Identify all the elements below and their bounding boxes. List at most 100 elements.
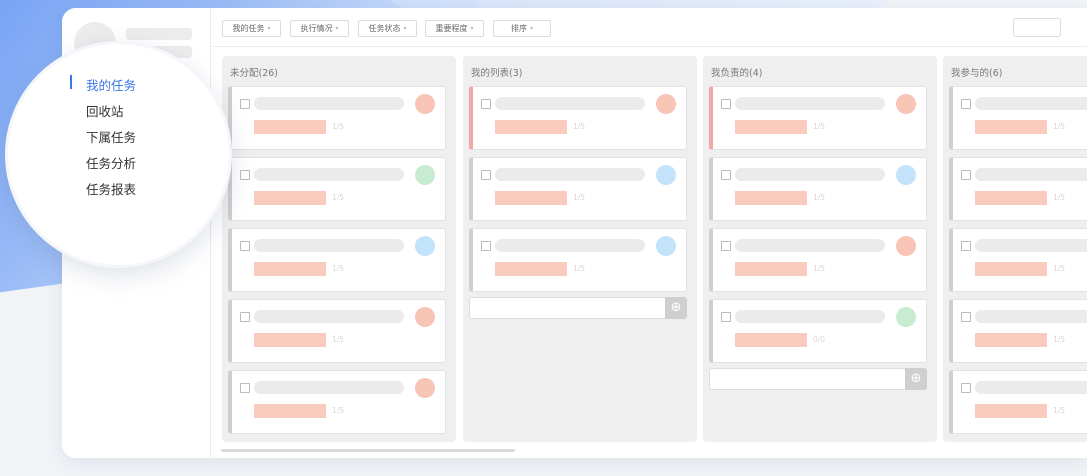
task-checkbox[interactable] <box>961 312 971 322</box>
task-card[interactable]: 1/5 <box>469 86 687 150</box>
assignee-avatar[interactable] <box>415 165 435 185</box>
kanban-column: 我参与的(6) 1/5 1/5 1/5 1/5 1/5 <box>943 56 1087 442</box>
task-tag-placeholder <box>735 333 807 347</box>
task-card[interactable]: 1/5 <box>228 157 446 221</box>
task-card[interactable]: 1/5 <box>709 228 927 292</box>
task-card[interactable]: 0/0 <box>709 299 927 363</box>
filter-execution[interactable]: 执行情况 ▾ <box>290 20 349 37</box>
task-checkbox[interactable] <box>481 170 491 180</box>
task-title-placeholder <box>254 168 404 181</box>
filter-label: 执行情况 <box>300 24 333 33</box>
task-tag-placeholder <box>254 404 326 418</box>
subtask-count: 1/5 <box>813 122 826 131</box>
filter-label: 排序 <box>510 24 527 33</box>
task-card[interactable]: 1/5 <box>228 370 446 434</box>
task-checkbox[interactable] <box>961 170 971 180</box>
assignee-avatar[interactable] <box>896 165 916 185</box>
task-checkbox[interactable] <box>240 170 250 180</box>
task-tag-placeholder <box>735 120 807 134</box>
subtask-count: 1/5 <box>332 264 345 273</box>
task-card[interactable]: 1/5 <box>949 370 1087 434</box>
subtask-count: 1/5 <box>573 264 586 273</box>
task-tag-placeholder <box>975 404 1047 418</box>
filter-label: 任务状态 <box>368 24 401 33</box>
task-checkbox[interactable] <box>481 99 491 109</box>
column-title: 我参与的(6) <box>951 68 1003 79</box>
menu-item-my-tasks[interactable]: 我的任务 <box>86 75 136 94</box>
assignee-avatar[interactable] <box>656 165 676 185</box>
chevron-down-icon: ▾ <box>470 25 474 32</box>
chevron-down-icon: ▾ <box>335 25 339 32</box>
task-title-placeholder <box>975 239 1087 252</box>
menu-item-recycle-bin[interactable]: 回收站 <box>86 101 124 120</box>
add-task-input[interactable]: ⊕ <box>469 297 687 319</box>
task-card[interactable]: 1/5 <box>228 86 446 150</box>
chevron-down-icon: ▾ <box>267 25 271 32</box>
task-checkbox[interactable] <box>721 241 731 251</box>
kanban-column: 未分配(26) 1/5 1/5 1/5 1/5 1/5 <box>222 56 456 442</box>
task-checkbox[interactable] <box>721 99 731 109</box>
task-title-placeholder <box>495 97 645 110</box>
assignee-avatar[interactable] <box>896 236 916 256</box>
menu-item-task-report[interactable]: 任务报表 <box>86 179 136 198</box>
task-card[interactable]: 1/5 <box>469 157 687 221</box>
task-checkbox[interactable] <box>240 312 250 322</box>
task-tag-placeholder <box>735 191 807 205</box>
column-title: 未分配(26) <box>230 68 279 79</box>
task-card[interactable]: 1/5 <box>949 228 1087 292</box>
task-title-placeholder <box>975 310 1087 323</box>
assignee-avatar[interactable] <box>656 236 676 256</box>
add-icon[interactable]: ⊕ <box>905 368 927 390</box>
assignee-avatar[interactable] <box>656 94 676 114</box>
assignee-avatar[interactable] <box>896 307 916 327</box>
assignee-avatar[interactable] <box>415 378 435 398</box>
task-card[interactable]: 1/5 <box>709 86 927 150</box>
assignee-avatar[interactable] <box>415 94 435 114</box>
subtask-count: 1/5 <box>332 406 345 415</box>
task-tag-placeholder <box>495 262 567 276</box>
task-checkbox[interactable] <box>961 383 971 393</box>
task-card[interactable]: 1/5 <box>228 299 446 363</box>
toolbar-action-button[interactable] <box>1013 18 1061 37</box>
subtask-count: 1/5 <box>332 193 345 202</box>
assignee-avatar[interactable] <box>415 307 435 327</box>
task-tag-placeholder <box>254 191 326 205</box>
task-checkbox[interactable] <box>240 383 250 393</box>
add-icon[interactable]: ⊕ <box>665 297 687 319</box>
filter-status[interactable]: 任务状态 ▾ <box>358 20 417 37</box>
task-card[interactable]: 1/5 <box>228 228 446 292</box>
active-indicator <box>70 75 72 89</box>
assignee-avatar[interactable] <box>415 236 435 256</box>
kanban-column: 我的列表(3) 1/5 1/5 1/5 ⊕ <box>463 56 697 442</box>
horizontal-scrollbar[interactable] <box>221 449 515 452</box>
task-title-placeholder <box>254 310 404 323</box>
task-checkbox[interactable] <box>721 312 731 322</box>
subtask-count: 1/5 <box>813 264 826 273</box>
subtask-count: 1/5 <box>1053 264 1066 273</box>
task-tag-placeholder <box>495 191 567 205</box>
task-title-placeholder <box>735 168 885 181</box>
filter-sort[interactable]: 排序 ▾ <box>493 20 551 37</box>
task-checkbox[interactable] <box>240 241 250 251</box>
add-task-input[interactable]: ⊕ <box>709 368 927 390</box>
menu-item-task-analysis[interactable]: 任务分析 <box>86 153 136 172</box>
menu-item-subordinate-tasks[interactable]: 下属任务 <box>86 127 136 146</box>
filter-label: 重要程度 <box>435 24 468 33</box>
task-card[interactable]: 1/5 <box>709 157 927 221</box>
task-tag-placeholder <box>975 333 1047 347</box>
task-checkbox[interactable] <box>961 241 971 251</box>
assignee-avatar[interactable] <box>896 94 916 114</box>
filter-importance[interactable]: 重要程度 ▾ <box>425 20 484 37</box>
task-card[interactable]: 1/5 <box>949 299 1087 363</box>
task-card[interactable]: 1/5 <box>469 228 687 292</box>
task-title-placeholder <box>975 97 1087 110</box>
task-checkbox[interactable] <box>961 99 971 109</box>
task-checkbox[interactable] <box>240 99 250 109</box>
task-title-placeholder <box>495 239 645 252</box>
task-card[interactable]: 1/5 <box>949 157 1087 221</box>
filter-my-tasks[interactable]: 我的任务 ▾ <box>222 20 281 37</box>
task-card[interactable]: 1/5 <box>949 86 1087 150</box>
task-checkbox[interactable] <box>721 170 731 180</box>
username-placeholder <box>126 28 192 40</box>
task-checkbox[interactable] <box>481 241 491 251</box>
